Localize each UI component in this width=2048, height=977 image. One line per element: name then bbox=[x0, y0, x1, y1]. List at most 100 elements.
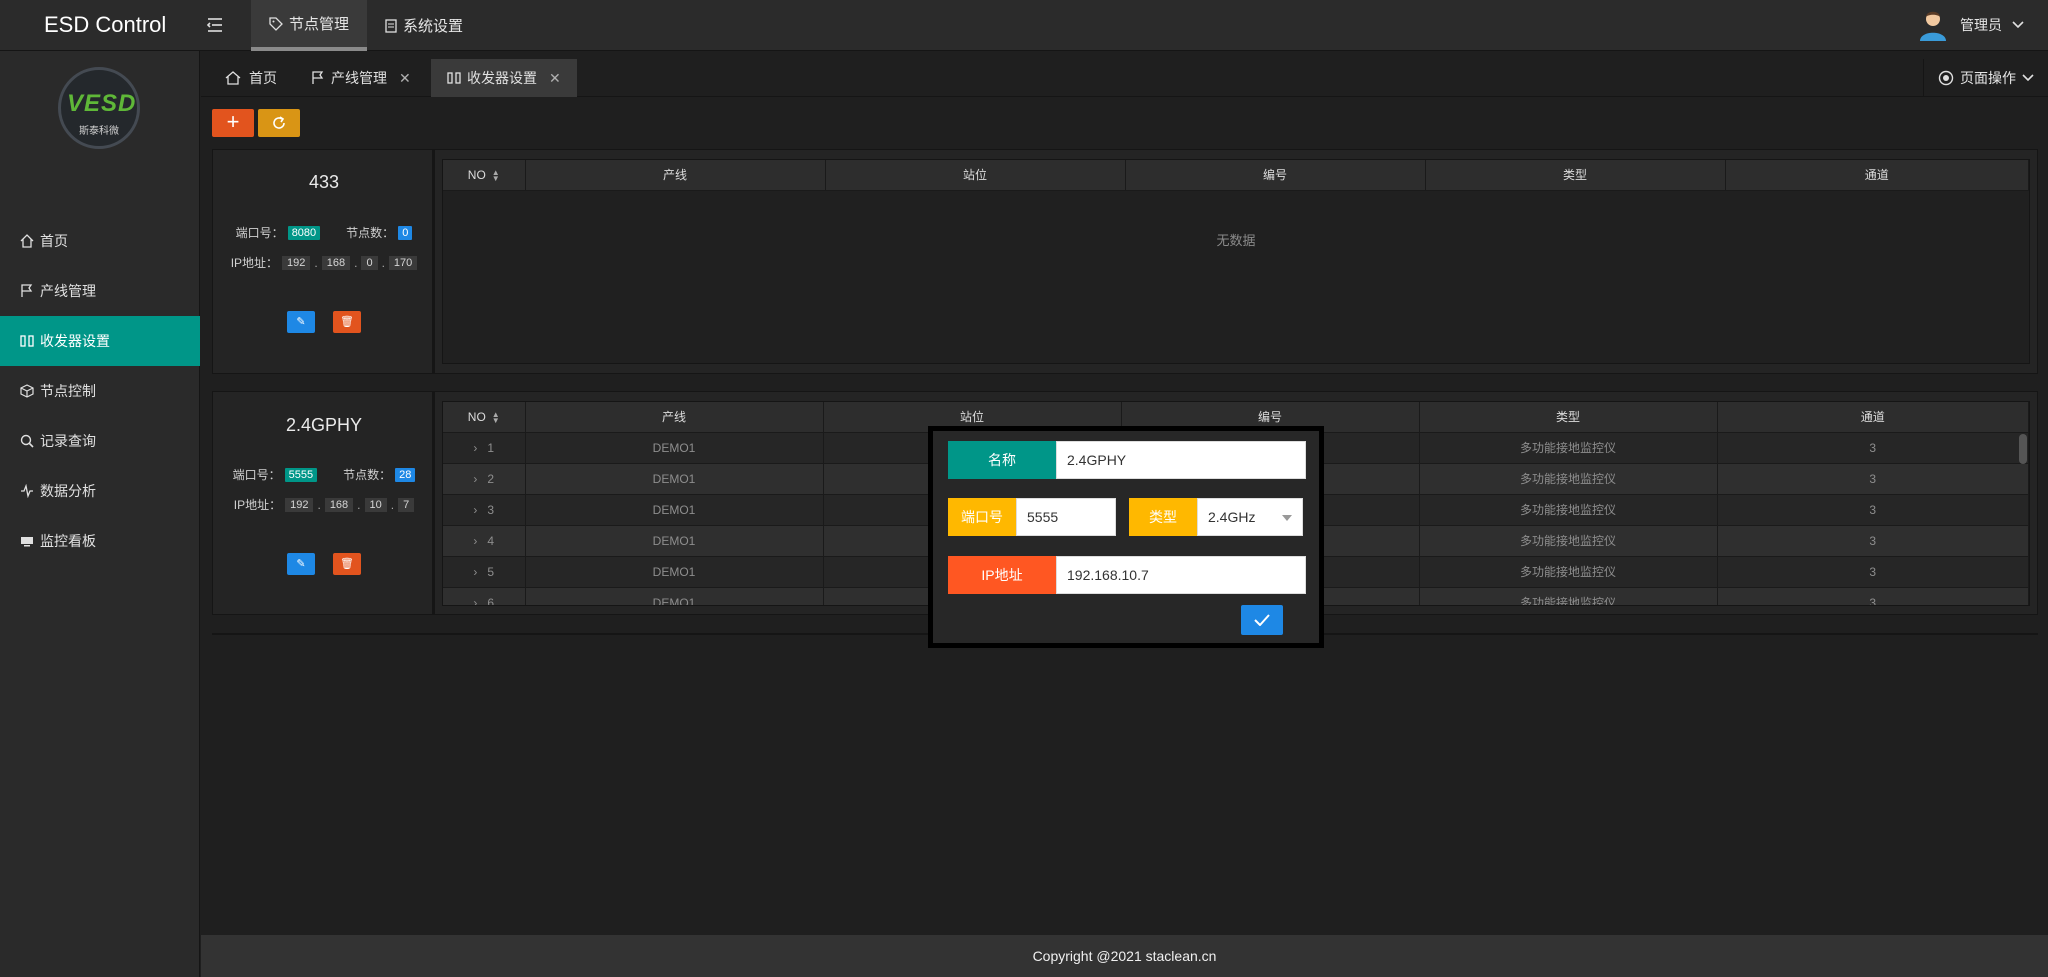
ip-segment: 7 bbox=[398, 497, 415, 512]
ip-label: IP地址： bbox=[233, 498, 282, 512]
row-type: 多功能接地监控仪 bbox=[1419, 525, 1718, 557]
delete-button[interactable]: 🗑 bbox=[333, 553, 361, 575]
sidebar-item-transceiver-settings[interactable]: 收发器设置 bbox=[0, 316, 200, 366]
column-header-no[interactable]: NO ▲ ▼ bbox=[443, 160, 526, 191]
user-menu[interactable]: 管理员 bbox=[1916, 8, 2024, 42]
name-label: 名称 bbox=[948, 441, 1056, 479]
port-input[interactable]: 5555 bbox=[1016, 498, 1116, 536]
type-select-value: 2.4GHz bbox=[1208, 509, 1256, 525]
page-ops-label: 页面操作 bbox=[1960, 70, 2016, 86]
ip-row: IP地址： 192. 168. 10. 7 bbox=[213, 496, 435, 513]
column-header-channel: 通道 bbox=[1725, 160, 2029, 191]
column-header-type: 类型 bbox=[1419, 402, 1718, 433]
add-transceiver-button[interactable]: + bbox=[212, 109, 254, 137]
page-tab-line-management[interactable]: 产线管理 ✕ bbox=[295, 59, 427, 97]
top-tab-system-settings[interactable]: 系统设置 bbox=[367, 0, 481, 51]
sidebar-nav: 首页 产线管理 收发器设置 节点控制 记录查询 数据分析 监控看板 bbox=[0, 216, 200, 566]
row-channel: 3 bbox=[1717, 432, 2029, 464]
transceiver-info: 2.4GPHY 端口号： 5555 节点数： 28 IP地址： 192. 168… bbox=[213, 392, 435, 614]
port-label: 端口号： bbox=[235, 226, 284, 240]
row-no: › 5 bbox=[443, 556, 526, 588]
ip-segment: 10 bbox=[364, 497, 387, 512]
card-actions: ✎ 🗑 bbox=[213, 553, 435, 575]
node-table: NO ▲ ▼ 产线 站位 编号 类型 通道 无数据 bbox=[442, 159, 2030, 364]
brand-sub-text: 斯泰科微 bbox=[79, 126, 119, 137]
sidebar: VESD 斯泰科微 首页 产线管理 收发器设置 节点控制 记录查询 数据分析 监… bbox=[0, 51, 200, 977]
columns-icon bbox=[447, 72, 461, 84]
column-header-number: 编号 bbox=[1125, 160, 1426, 191]
page-tab-transceiver-settings[interactable]: 收发器设置 ✕ bbox=[431, 59, 577, 97]
footer: Copyright @2021 staclean.cn bbox=[201, 935, 2048, 977]
row-channel: 3 bbox=[1717, 525, 2029, 557]
row-type: 多功能接地监控仪 bbox=[1419, 587, 1718, 605]
ip-input[interactable]: 192.168.10.7 bbox=[1056, 556, 1306, 594]
row-line: DEMO1 bbox=[525, 587, 824, 605]
sidebar-item-label: 监控看板 bbox=[40, 533, 96, 549]
row-type: 多功能接地监控仪 bbox=[1419, 494, 1718, 526]
row-channel: 3 bbox=[1717, 587, 2029, 605]
nodes-badge: 0 bbox=[398, 225, 413, 240]
port-field: 端口号 5555 bbox=[948, 498, 1116, 536]
row-line: DEMO1 bbox=[525, 432, 824, 464]
column-header-channel: 通道 bbox=[1717, 402, 2029, 433]
user-name: 管理员 bbox=[1960, 17, 2002, 33]
port-node-row: 端口号： 5555 节点数： 28 bbox=[213, 466, 435, 483]
confirm-button[interactable] bbox=[1241, 605, 1283, 635]
top-tab-label: 节点管理 bbox=[289, 16, 350, 33]
document-icon bbox=[385, 18, 397, 33]
columns-icon bbox=[20, 335, 34, 347]
row-type: 多功能接地监控仪 bbox=[1419, 432, 1718, 464]
page-operations-menu[interactable]: 页面操作 bbox=[1923, 59, 2034, 97]
ip-segment: 0 bbox=[361, 255, 378, 270]
sidebar-item-record-query[interactable]: 记录查询 bbox=[0, 416, 200, 466]
delete-button[interactable]: 🗑 bbox=[333, 311, 361, 333]
sidebar-item-data-analysis[interactable]: 数据分析 bbox=[0, 466, 200, 516]
ip-row: IP地址： 192. 168. 0. 170 bbox=[213, 254, 435, 271]
close-icon[interactable]: ✕ bbox=[549, 70, 561, 87]
transceiver-card: 433 端口号： 8080 节点数： 0 IP地址： 192. 168. 0. … bbox=[212, 149, 2038, 374]
edit-button[interactable]: ✎ bbox=[287, 553, 315, 575]
sidebar-item-monitor-board[interactable]: 监控看板 bbox=[0, 516, 200, 566]
target-icon bbox=[1938, 70, 1954, 86]
avatar bbox=[1920, 11, 1946, 41]
menu-toggle-icon[interactable] bbox=[205, 15, 225, 35]
top-tab-node-management[interactable]: 节点管理 bbox=[251, 0, 368, 51]
column-header-no[interactable]: NO ▲ ▼ bbox=[443, 402, 526, 433]
sidebar-item-node-control[interactable]: 节点控制 bbox=[0, 366, 200, 416]
page-tab-home[interactable]: 首页 bbox=[209, 59, 293, 97]
refresh-button[interactable] bbox=[258, 109, 300, 137]
tag-icon bbox=[269, 16, 283, 31]
sort-icon: ▲ ▼ bbox=[491, 409, 500, 425]
ip-segment: 192 bbox=[285, 497, 314, 512]
sidebar-item-home[interactable]: 首页 bbox=[0, 216, 200, 266]
cube-icon bbox=[20, 384, 34, 398]
column-header-line: 产线 bbox=[525, 402, 824, 433]
ip-segment: 168 bbox=[324, 497, 354, 512]
page-tab-label: 首页 bbox=[249, 70, 277, 86]
sidebar-item-label: 节点控制 bbox=[40, 383, 96, 399]
sidebar-item-label: 收发器设置 bbox=[40, 333, 110, 349]
chevron-right-icon: › bbox=[473, 595, 478, 606]
close-icon[interactable]: ✕ bbox=[399, 70, 411, 87]
chevron-right-icon: › bbox=[473, 533, 478, 548]
edit-button[interactable]: ✎ bbox=[287, 311, 315, 333]
empty-state: 无数据 bbox=[1216, 233, 1256, 248]
home-icon bbox=[20, 234, 34, 248]
transceiver-name: 2.4GPHY bbox=[285, 415, 363, 435]
copyright-text: Copyright @2021 staclean.cn bbox=[1032, 948, 1217, 964]
row-channel: 3 bbox=[1717, 556, 2029, 588]
sidebar-item-label: 记录查询 bbox=[40, 433, 96, 449]
port-node-row: 端口号： 8080 节点数： 0 bbox=[213, 224, 435, 241]
ip-label: IP地址 bbox=[948, 556, 1056, 594]
chevron-right-icon: › bbox=[473, 502, 478, 517]
top-header: ESD Control 节点管理 系统设置 管理员 bbox=[0, 0, 2048, 51]
column-header-station: 站位 bbox=[825, 160, 1126, 191]
ip-segment: 168 bbox=[321, 255, 351, 270]
table-scrollbar[interactable] bbox=[2019, 434, 2027, 464]
type-select[interactable]: 2.4GHz bbox=[1197, 498, 1303, 536]
ip-segment: 170 bbox=[388, 255, 418, 270]
ip-segment: 192 bbox=[282, 255, 311, 270]
name-input[interactable]: 2.4GPHY bbox=[1056, 441, 1306, 479]
sidebar-item-line-management[interactable]: 产线管理 bbox=[0, 266, 200, 316]
type-field: 类型 2.4GHz bbox=[1129, 498, 1303, 536]
